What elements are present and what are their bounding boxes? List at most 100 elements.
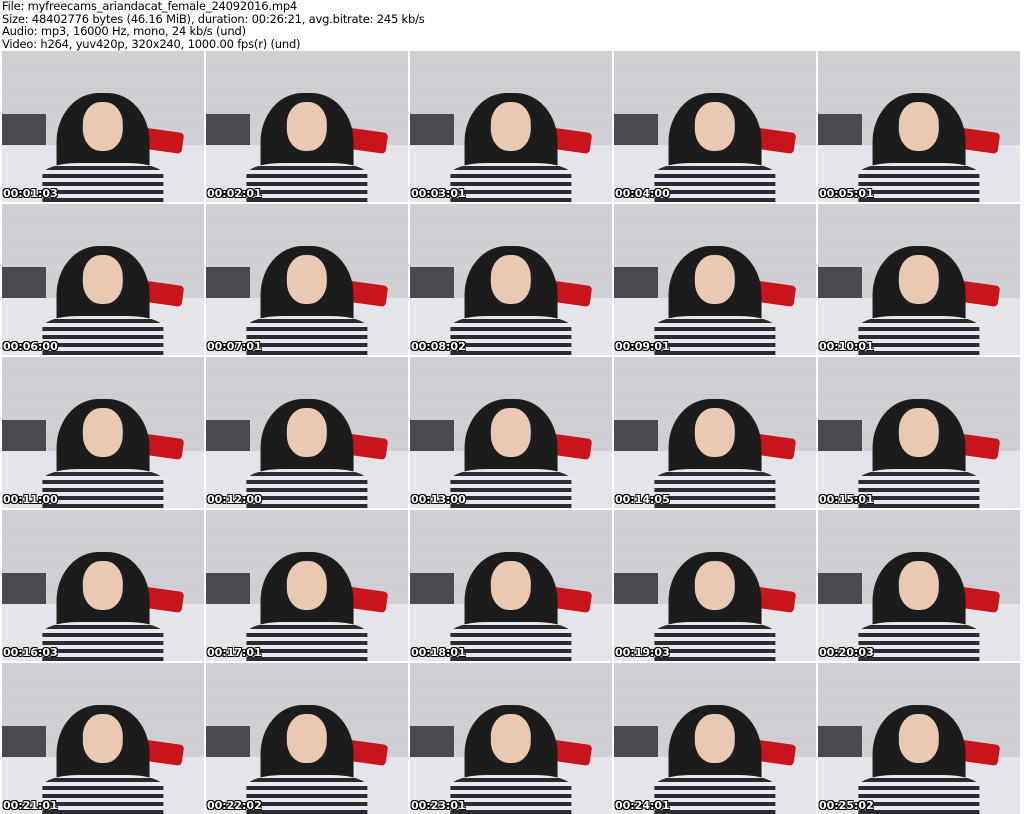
video-thumbnail[interactable]: 00:02:01 — [206, 51, 408, 202]
face — [82, 561, 124, 610]
face — [286, 102, 328, 151]
striped-shirt — [450, 621, 572, 661]
striped-shirt — [654, 315, 776, 355]
striped-shirt — [42, 468, 164, 508]
timestamp: 00:15:01 — [819, 493, 874, 506]
file-info-header: File: myfreecams_ariandacat_female_24092… — [2, 0, 425, 50]
face — [694, 408, 736, 457]
video-thumbnail[interactable]: 00:09:01 — [614, 204, 816, 355]
face — [286, 561, 328, 610]
timestamp: 00:11:00 — [3, 493, 58, 506]
timestamp: 00:02:01 — [207, 187, 262, 200]
video-thumbnail[interactable]: 00:19:03 — [614, 510, 816, 661]
timestamp: 00:12:00 — [207, 493, 262, 506]
striped-shirt — [654, 468, 776, 508]
video-thumbnail[interactable]: 00:15:01 — [818, 357, 1020, 508]
striped-shirt — [450, 774, 572, 814]
video-info: Video: h264, yuv420p, 320x240, 1000.00 f… — [2, 36, 301, 51]
face — [286, 714, 328, 763]
striped-shirt — [450, 162, 572, 202]
timestamp: 00:18:01 — [411, 646, 466, 659]
striped-shirt — [42, 315, 164, 355]
video-thumbnail[interactable]: 00:03:01 — [410, 51, 612, 202]
face — [82, 255, 124, 304]
video-thumbnail[interactable]: 00:14:05 — [614, 357, 816, 508]
striped-shirt — [654, 621, 776, 661]
timestamp: 00:01:03 — [3, 187, 58, 200]
video-thumbnail[interactable]: 00:23:01 — [410, 663, 612, 814]
timestamp: 00:08:02 — [411, 340, 466, 353]
striped-shirt — [246, 315, 368, 355]
video-thumbnail[interactable]: 00:25:02 — [818, 663, 1020, 814]
video-thumbnail[interactable]: 00:20:03 — [818, 510, 1020, 661]
video-thumbnail[interactable]: 00:01:03 — [2, 51, 204, 202]
face — [898, 408, 940, 457]
timestamp: 00:03:01 — [411, 187, 466, 200]
striped-shirt — [858, 774, 980, 814]
striped-shirt — [858, 162, 980, 202]
striped-shirt — [858, 621, 980, 661]
face — [490, 561, 532, 610]
striped-shirt — [246, 162, 368, 202]
striped-shirt — [654, 774, 776, 814]
face — [490, 408, 532, 457]
face — [82, 102, 124, 151]
video-thumbnail[interactable]: 00:10:01 — [818, 204, 1020, 355]
video-thumbnail[interactable]: 00:04:00 — [614, 51, 816, 202]
video-thumbnail[interactable]: 00:13:00 — [410, 357, 612, 508]
face — [694, 561, 736, 610]
video-thumbnail[interactable]: 00:16:03 — [2, 510, 204, 661]
face — [82, 714, 124, 763]
timestamp: 00:17:01 — [207, 646, 262, 659]
face — [490, 255, 532, 304]
timestamp: 00:09:01 — [615, 340, 670, 353]
striped-shirt — [654, 162, 776, 202]
timestamp: 00:14:05 — [615, 493, 670, 506]
video-thumbnail[interactable]: 00:22:02 — [206, 663, 408, 814]
face — [490, 714, 532, 763]
timestamp: 00:25:02 — [819, 799, 874, 812]
video-thumbnail[interactable]: 00:07:01 — [206, 204, 408, 355]
striped-shirt — [246, 468, 368, 508]
video-thumbnail[interactable]: 00:21:01 — [2, 663, 204, 814]
striped-shirt — [246, 621, 368, 661]
face — [898, 561, 940, 610]
face — [286, 255, 328, 304]
face — [694, 255, 736, 304]
timestamp: 00:05:01 — [819, 187, 874, 200]
video-thumbnail[interactable]: 00:11:00 — [2, 357, 204, 508]
striped-shirt — [450, 315, 572, 355]
face — [286, 408, 328, 457]
timestamp: 00:04:00 — [615, 187, 670, 200]
striped-shirt — [858, 315, 980, 355]
face — [694, 714, 736, 763]
timestamp: 00:23:01 — [411, 799, 466, 812]
striped-shirt — [42, 162, 164, 202]
face — [490, 102, 532, 151]
face — [898, 255, 940, 304]
thumbnail-grid: 00:01:03 00:02:01 00:03:01 00:04:00 00:05:01… — [2, 51, 1020, 814]
timestamp: 00:07:01 — [207, 340, 262, 353]
video-thumbnail[interactable]: 00:05:01 — [818, 51, 1020, 202]
video-thumbnail[interactable]: 00:24:01 — [614, 663, 816, 814]
timestamp: 00:20:03 — [819, 646, 874, 659]
striped-shirt — [450, 468, 572, 508]
face — [82, 408, 124, 457]
video-thumbnail[interactable]: 00:06:00 — [2, 204, 204, 355]
face — [898, 102, 940, 151]
timestamp: 00:06:00 — [3, 340, 58, 353]
audio-info: Audio: mp3, 16000 Hz, mono, 24 kb/s (und… — [2, 24, 246, 38]
striped-shirt — [42, 621, 164, 661]
video-thumbnail[interactable]: 00:12:00 — [206, 357, 408, 508]
video-thumbnail[interactable]: 00:17:01 — [206, 510, 408, 661]
video-thumbnail[interactable]: 00:08:02 — [410, 204, 612, 355]
timestamp: 00:22:02 — [207, 799, 262, 812]
video-thumbnail[interactable]: 00:18:01 — [410, 510, 612, 661]
striped-shirt — [246, 774, 368, 814]
face — [898, 714, 940, 763]
striped-shirt — [858, 468, 980, 508]
face — [694, 102, 736, 151]
file-name: File: myfreecams_ariandacat_female_24092… — [2, 0, 298, 13]
timestamp: 00:21:01 — [3, 799, 58, 812]
striped-shirt — [42, 774, 164, 814]
